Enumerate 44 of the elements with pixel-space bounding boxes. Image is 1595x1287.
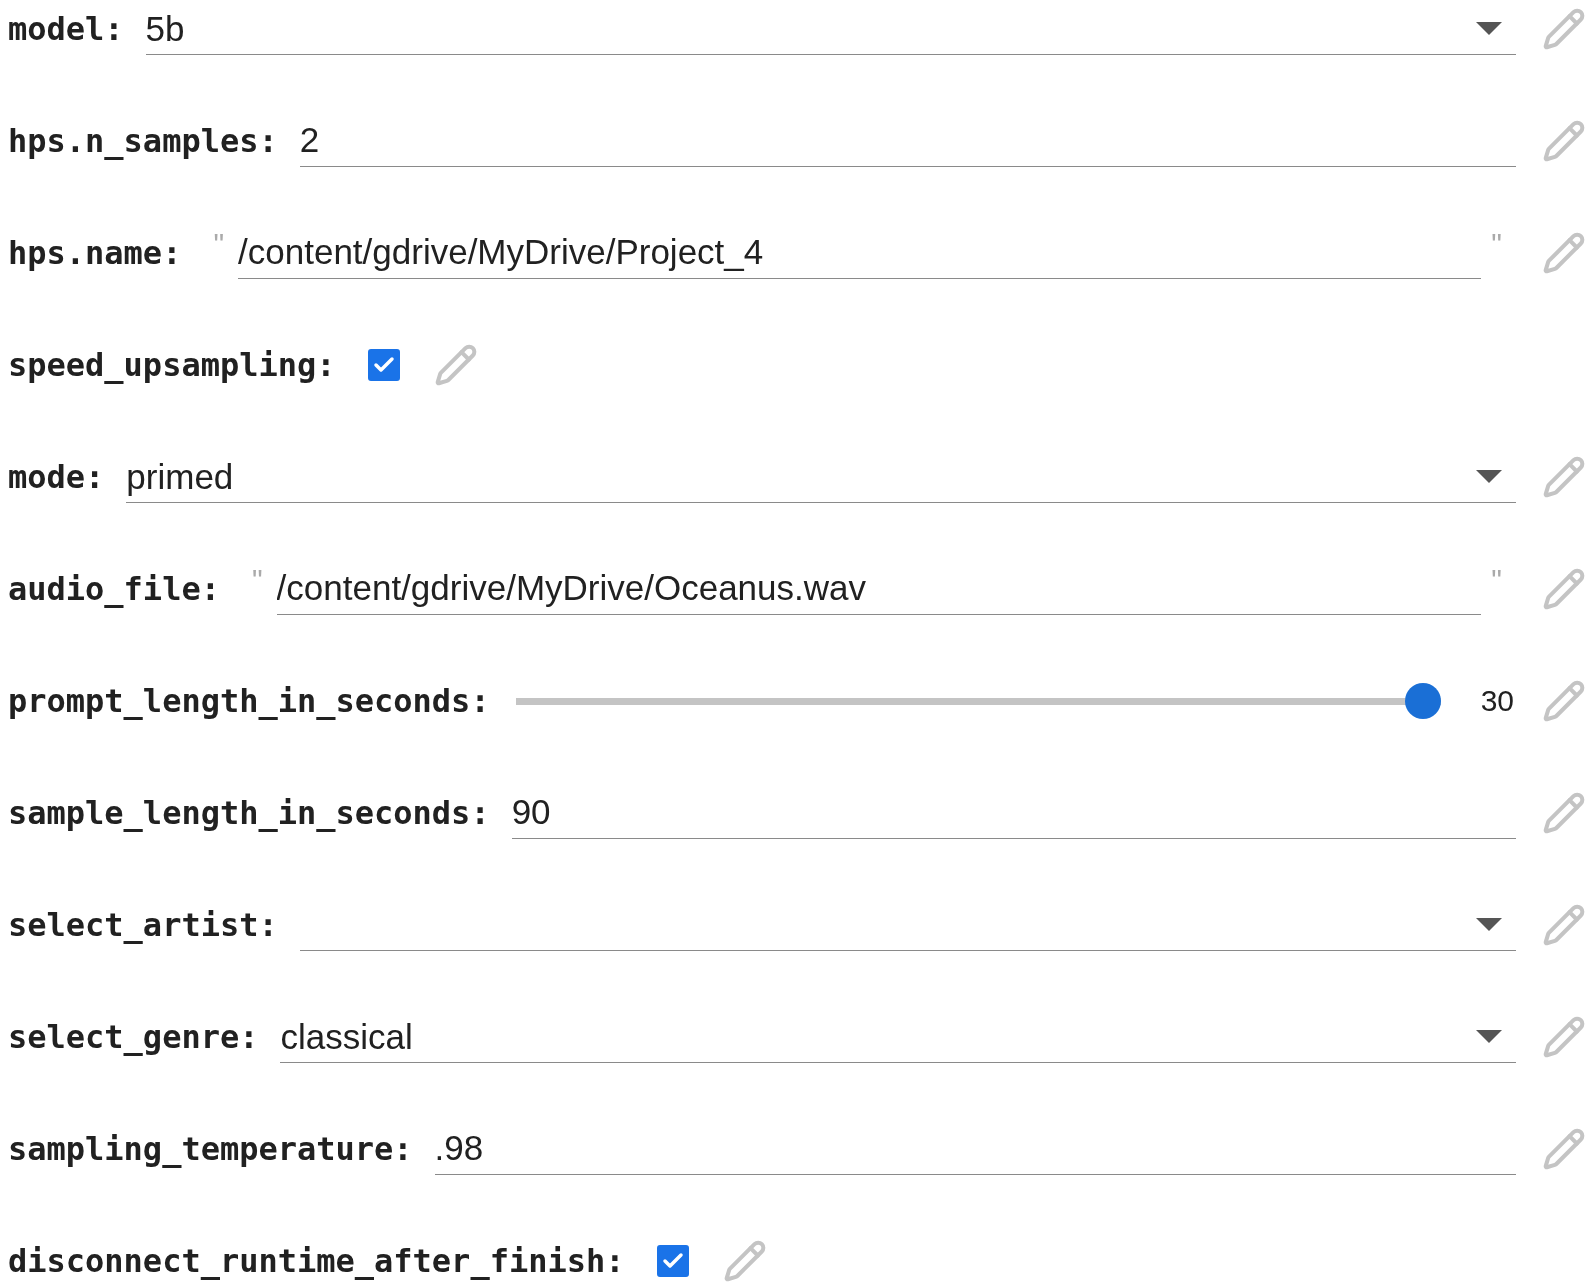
field-label: prompt_length_in_seconds: [8, 682, 490, 720]
field-label: disconnect_runtime_after_finish: [8, 1242, 625, 1280]
text-field[interactable]: 2 [299, 116, 1516, 167]
field-label: hps.n_samples: [8, 122, 278, 160]
pencil-icon[interactable] [1542, 7, 1586, 51]
caret-icon [1476, 469, 1502, 484]
quote-mark: " [213, 227, 225, 261]
field-label: speed_upsampling: [8, 346, 336, 384]
dropdown[interactable]: 5b [145, 3, 1516, 55]
field-label: select_genre: [8, 1018, 259, 1056]
pencil-icon[interactable] [1542, 119, 1586, 163]
slider-value: 30 [1480, 684, 1514, 718]
checkbox[interactable] [656, 1245, 689, 1277]
caret-icon [1476, 917, 1502, 932]
pencil-icon[interactable] [1542, 679, 1586, 723]
quote-mark: " [1491, 227, 1502, 261]
slider-thumb[interactable] [1404, 683, 1441, 719]
field-label: sample_length_in_seconds: [8, 794, 490, 832]
field-label: mode: [8, 458, 105, 496]
text-field[interactable]: /content/gdrive/MyDrive/Oceanus.wav [276, 564, 1482, 615]
quote-mark: " [1491, 563, 1502, 597]
quote-mark: " [251, 563, 263, 597]
pencil-icon[interactable] [1542, 231, 1586, 275]
field-label: sampling_temperature: [8, 1130, 413, 1168]
field-label: audio_file: [8, 570, 220, 608]
pencil-icon[interactable] [1542, 455, 1586, 499]
text-field[interactable]: .98 [434, 1124, 1516, 1175]
pencil-icon[interactable] [1542, 791, 1586, 835]
field-label: select_artist: [8, 906, 278, 944]
pencil-icon[interactable] [433, 343, 478, 387]
dropdown[interactable]: classical [280, 1011, 1516, 1063]
checkbox[interactable] [367, 349, 400, 381]
field-label: hps.name: [8, 234, 182, 272]
pencil-icon[interactable] [1542, 903, 1586, 947]
field-label: model: [8, 10, 124, 48]
dropdown[interactable]: primed [126, 451, 1516, 503]
caret-icon [1476, 1029, 1502, 1044]
pencil-icon[interactable] [1542, 1015, 1586, 1059]
pencil-icon[interactable] [722, 1239, 767, 1283]
pencil-icon[interactable] [1542, 567, 1586, 611]
text-field[interactable]: 90 [511, 788, 1516, 839]
pencil-icon[interactable] [1542, 1127, 1586, 1171]
caret-icon [1476, 21, 1502, 36]
text-field[interactable]: /content/gdrive/MyDrive/Project_4 [238, 228, 1482, 279]
